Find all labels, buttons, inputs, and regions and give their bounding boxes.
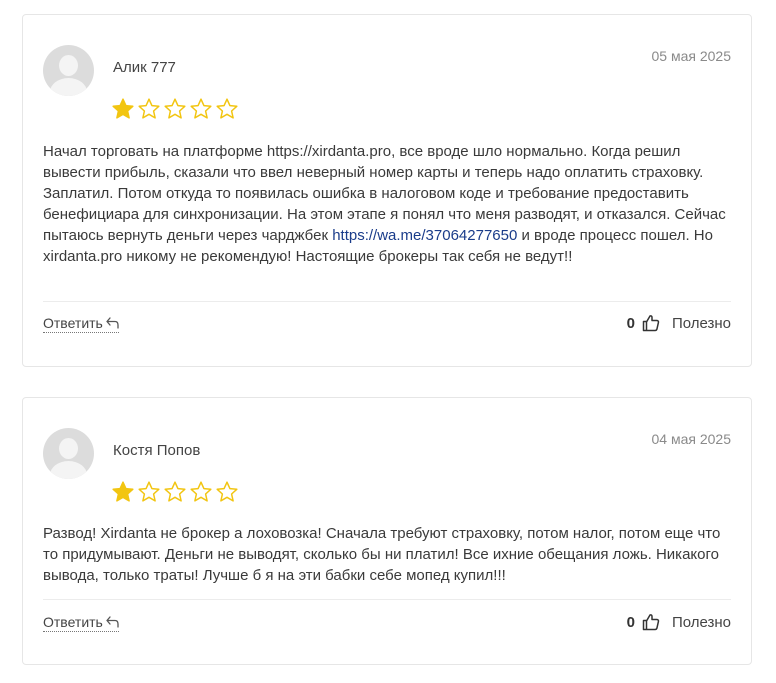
helpful-button[interactable]: Полезно <box>672 614 731 631</box>
thumbs-up-icon[interactable] <box>642 613 660 631</box>
review-author: Костя Попов <box>113 442 201 459</box>
avatar <box>43 428 94 479</box>
reviews-list: Алик 777 05 мая 2025 Начал торговать на … <box>0 0 776 683</box>
review-text: Начал торговать на платформе https://xir… <box>43 141 731 267</box>
review-card: Костя Попов 04 мая 2025 Развод! Xirdanta… <box>22 397 752 665</box>
review-author: Алик 777 <box>113 59 176 76</box>
helpful-button[interactable]: Полезно <box>672 315 731 332</box>
star-empty-icon <box>216 481 238 502</box>
reply-label: Ответить <box>43 614 103 630</box>
reply-button[interactable]: Ответить <box>43 614 119 632</box>
helpful-count: 0 <box>626 314 635 332</box>
star-filled-icon <box>112 98 134 119</box>
reply-button[interactable]: Ответить <box>43 315 119 333</box>
review-card: Алик 777 05 мая 2025 Начал торговать на … <box>22 14 752 367</box>
review-date: 04 мая 2025 <box>651 431 732 447</box>
review-link[interactable]: https://wa.me/37064277650 <box>332 227 517 244</box>
star-empty-icon <box>216 98 238 119</box>
star-empty-icon <box>190 98 212 119</box>
review-text: Развод! Xirdanta не брокер а лоховозка! … <box>43 525 721 584</box>
helpful-count: 0 <box>626 613 635 631</box>
review-date: 05 мая 2025 <box>651 48 732 64</box>
thumbs-up-icon[interactable] <box>642 314 660 332</box>
reply-arrow-icon <box>106 616 119 628</box>
divider <box>43 301 731 302</box>
star-empty-icon <box>138 98 160 119</box>
rating-stars <box>111 480 239 504</box>
avatar <box>43 45 94 96</box>
star-empty-icon <box>138 481 160 502</box>
star-empty-icon <box>164 98 186 119</box>
divider <box>43 599 731 600</box>
helpful-section: 0 Полезно <box>627 314 731 332</box>
rating-stars <box>111 97 239 121</box>
reply-label: Ответить <box>43 315 103 331</box>
star-empty-icon <box>164 481 186 502</box>
helpful-section: 0 Полезно <box>627 613 731 631</box>
star-filled-icon <box>112 481 134 502</box>
reply-arrow-icon <box>106 317 119 329</box>
star-empty-icon <box>190 481 212 502</box>
